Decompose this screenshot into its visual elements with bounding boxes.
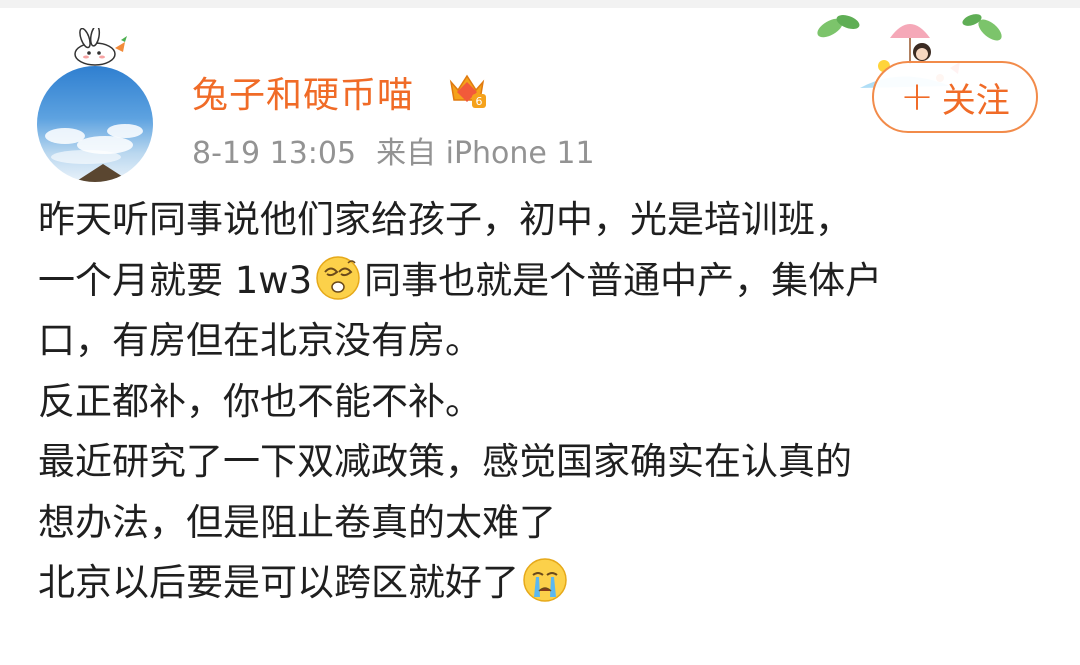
follow-label: 关注 bbox=[941, 80, 1010, 121]
author-name[interactable]: 兔子和硬币喵 bbox=[192, 66, 414, 118]
post-line-text: 最近研究了一下双减政策，感觉国家确实在认真的 bbox=[38, 440, 852, 483]
vip-crown-icon: 6 bbox=[449, 74, 486, 108]
post-content: 昨天听同事说他们家给孩子，初中，光是培训班， 一个月就要 1w3 同事也就是个普… bbox=[38, 190, 1048, 614]
plus-icon: + bbox=[900, 74, 934, 120]
avatar-photo bbox=[37, 66, 153, 182]
post-line: 最近研究了一下双减政策，感觉国家确实在认真的 bbox=[38, 432, 1048, 493]
follow-button[interactable]: + 关注 bbox=[872, 61, 1038, 133]
post-line-text: 昨天听同事说他们家给孩子，初中，光是培训班， bbox=[38, 198, 852, 241]
post-line: 反正都补，你也不能不补。 bbox=[38, 372, 1048, 433]
post-line: 昨天听同事说他们家给孩子，初中，光是培训班， bbox=[38, 190, 1048, 251]
post-line-text: 反正都补，你也不能不补。 bbox=[38, 379, 482, 423]
post-line: 想办法，但是阻止卷真的太难了 bbox=[38, 493, 1048, 554]
post-line: 北京以后要是可以跨区就好了 bbox=[38, 553, 1048, 614]
post-line-text: 同事也就是个普通中产，集体户 bbox=[364, 258, 883, 302]
post-time: 8-19 13:05 bbox=[192, 136, 357, 171]
post-line-text: 一个月就要 1w3 bbox=[38, 258, 313, 302]
post-line-text: 口，有房但在北京没有房。 bbox=[38, 319, 482, 362]
post-line: 一个月就要 1w3 同事也就是个普通中产，集体户 bbox=[38, 251, 1048, 312]
post-line-text: 想办法，但是阻止卷真的太难了 bbox=[38, 500, 556, 544]
crying-face-emoji bbox=[523, 558, 567, 602]
vip-level-label: 6 bbox=[476, 95, 483, 108]
dizzy-face-emoji bbox=[316, 255, 360, 300]
author-avatar[interactable] bbox=[37, 28, 157, 182]
post-source: 来自 iPhone 11 bbox=[376, 136, 595, 171]
post-line: 口，有房但在北京没有房。 bbox=[38, 311, 1048, 372]
top-divider bbox=[0, 0, 1080, 8]
post-line-text: 北京以后要是可以跨区就好了 bbox=[38, 561, 519, 604]
rabbit-mascot-icon bbox=[74, 28, 127, 66]
post-meta: 8-19 13:05 来自 iPhone 11 bbox=[192, 128, 595, 172]
